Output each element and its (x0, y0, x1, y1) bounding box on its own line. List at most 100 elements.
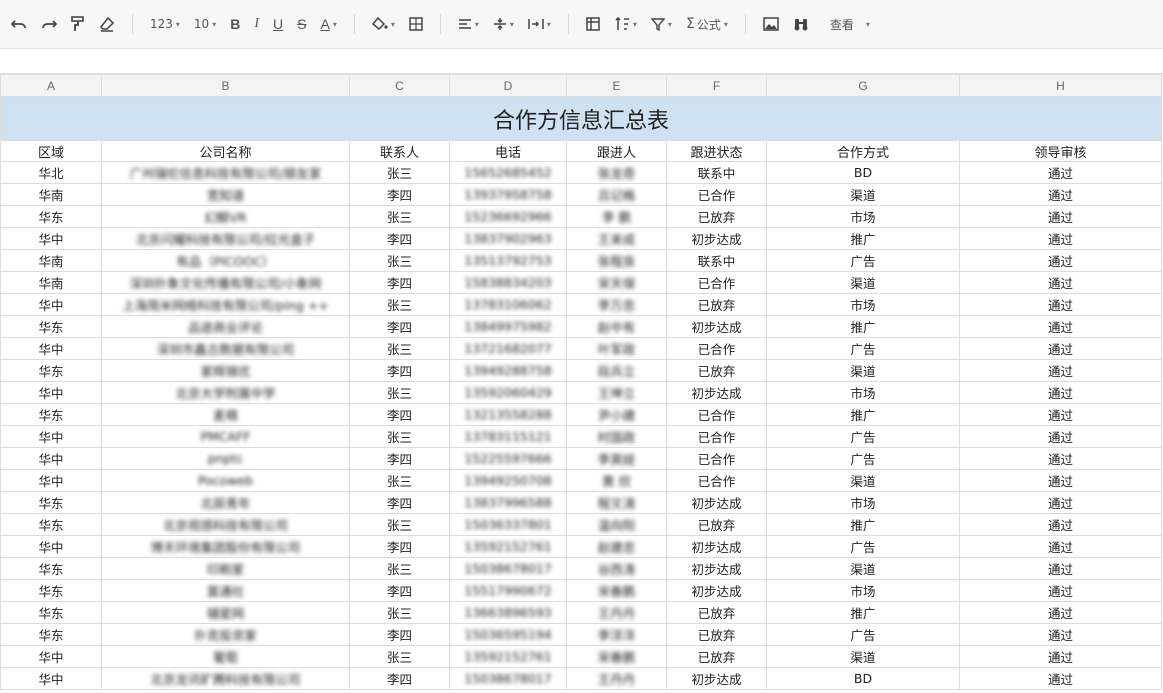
table-cell[interactable]: 赵中有 (566, 315, 667, 338)
table-cell[interactable]: 华东 (0, 205, 102, 228)
table-cell[interactable]: 15038678017 (449, 667, 567, 690)
table-cell[interactable]: 初步达成 (666, 535, 767, 558)
table-cell[interactable]: 华中 (0, 227, 102, 250)
table-cell[interactable]: 推广 (766, 403, 960, 426)
table-cell[interactable]: 李四 (349, 535, 450, 558)
table-cell[interactable]: 已合作 (666, 271, 767, 294)
table-cell[interactable]: 通过 (959, 227, 1162, 250)
table-cell[interactable]: 市场 (766, 579, 960, 602)
table-cell[interactable]: 通过 (959, 425, 1162, 448)
column-header-f[interactable]: F (666, 74, 767, 97)
italic-button[interactable]: I (250, 12, 263, 36)
table-cell[interactable]: 品途商业评论 (101, 315, 350, 338)
table-cell[interactable]: 宋天保 (566, 271, 667, 294)
table-cell[interactable]: 张三 (349, 425, 450, 448)
table-cell[interactable]: 通过 (959, 249, 1162, 272)
table-cell[interactable]: 通过 (959, 513, 1162, 536)
strikethrough-button[interactable]: S (293, 12, 310, 36)
table-cell[interactable]: 华东 (0, 403, 102, 426)
table-cell[interactable]: 吕记格 (566, 183, 667, 206)
table-cell[interactable]: 广告 (766, 249, 960, 272)
table-cell[interactable]: 通过 (959, 205, 1162, 228)
table-cell[interactable]: 程文涛 (566, 491, 667, 514)
table-cell[interactable]: 13592152761 (449, 645, 567, 668)
table-cell[interactable]: 广告 (766, 425, 960, 448)
table-cell[interactable]: 推广 (766, 513, 960, 536)
table-cell[interactable]: 13949288758 (449, 359, 567, 382)
table-cell[interactable]: 13849975982 (449, 315, 567, 338)
column-header-a[interactable]: A (0, 74, 102, 97)
table-cell[interactable]: 李四 (349, 315, 450, 338)
table-cell[interactable]: 李四 (349, 403, 450, 426)
table-cell[interactable]: 华中 (0, 293, 102, 316)
table-cell[interactable]: 北京闪耀科技有限公司/拉光盒子 (101, 227, 350, 250)
table-cell[interactable]: 15038678017 (449, 557, 567, 580)
filter-button[interactable]: ▾ (647, 12, 676, 36)
table-cell[interactable]: 已合作 (666, 403, 767, 426)
table-cell[interactable]: 通过 (959, 557, 1162, 580)
table-cell[interactable]: 麦萌 (101, 403, 350, 426)
table-cell[interactable]: 通过 (959, 315, 1162, 338)
table-cell[interactable]: 王丹丹 (566, 667, 667, 690)
borders-icon[interactable] (405, 12, 427, 36)
table-cell[interactable]: 推广 (766, 315, 960, 338)
header-cell[interactable]: 区域 (0, 140, 102, 162)
table-cell[interactable]: 13592060429 (449, 381, 567, 404)
table-cell[interactable]: 李四 (349, 447, 450, 470)
bold-button[interactable]: B (226, 12, 244, 36)
number-format-dropdown[interactable]: 123 ▾ (146, 12, 184, 36)
table-cell[interactable]: 渠道 (766, 359, 960, 382)
table-cell[interactable]: 华中 (0, 447, 102, 470)
table-cell[interactable]: 13837996588 (449, 491, 567, 514)
table-cell[interactable]: 通过 (959, 271, 1162, 294)
table-cell[interactable]: 扑克投资家 (101, 623, 350, 646)
column-header-b[interactable]: B (101, 74, 350, 97)
table-cell[interactable]: 通过 (959, 535, 1162, 558)
header-cell[interactable]: 联系人 (349, 140, 450, 162)
table-cell[interactable]: 通过 (959, 491, 1162, 514)
table-cell[interactable]: BD (766, 161, 960, 184)
header-cell[interactable]: 跟进状态 (666, 140, 767, 162)
find-icon[interactable] (789, 12, 813, 36)
header-cell[interactable]: 领导审核 (959, 140, 1162, 162)
table-cell[interactable]: 通过 (959, 645, 1162, 668)
table-cell[interactable]: 北辰青年 (101, 491, 350, 514)
table-cell[interactable]: 李四 (349, 491, 450, 514)
header-cell[interactable]: 公司名称 (101, 140, 350, 162)
sheet-title[interactable]: 合作方信息汇总表 (0, 96, 1162, 141)
table-cell[interactable]: 渠道 (766, 271, 960, 294)
table-cell[interactable]: 广告 (766, 337, 960, 360)
table-cell[interactable]: 家辉锦优 (101, 359, 350, 382)
table-cell[interactable]: 有品（PICOOC） (101, 249, 350, 272)
table-cell[interactable]: 寞通社 (101, 579, 350, 602)
table-cell[interactable]: 张三 (349, 293, 450, 316)
table-cell[interactable]: 幻鲸VR (101, 205, 350, 228)
table-cell[interactable]: 广告 (766, 447, 960, 470)
table-cell[interactable]: 华中 (0, 425, 102, 448)
table-cell[interactable]: 宽知道 (101, 183, 350, 206)
fill-color-button[interactable]: ▾ (368, 12, 399, 36)
vertical-align-button[interactable]: ▾ (489, 12, 518, 36)
table-cell[interactable]: 华中 (0, 535, 102, 558)
table-cell[interactable]: 初步达成 (666, 381, 767, 404)
table-cell[interactable]: 李四 (349, 227, 450, 250)
table-cell[interactable]: 15838834203 (449, 271, 567, 294)
table-cell[interactable]: BD (766, 667, 960, 690)
table-cell[interactable]: 渠道 (766, 645, 960, 668)
table-cell[interactable]: 13937958758 (449, 183, 567, 206)
table-cell[interactable]: 张三 (349, 601, 450, 624)
column-header-d[interactable]: D (449, 74, 567, 97)
table-cell[interactable]: 张三 (349, 381, 450, 404)
table-cell[interactable]: 深圳扑象文化传播有限公司/小象网 (101, 271, 350, 294)
table-cell[interactable]: 通过 (959, 293, 1162, 316)
table-cell[interactable]: 15225597666 (449, 447, 567, 470)
table-cell[interactable]: 推广 (766, 227, 960, 250)
table-cell[interactable]: 已合作 (666, 183, 767, 206)
table-cell[interactable]: 已放弃 (666, 513, 767, 536)
table-cell[interactable]: 华东 (0, 579, 102, 602)
table-cell[interactable]: 华北 (0, 161, 102, 184)
sort-button[interactable]: ▾ (610, 12, 641, 36)
table-cell[interactable]: 通过 (959, 667, 1162, 690)
table-cell[interactable]: 张程良 (566, 249, 667, 272)
table-cell[interactable]: 市场 (766, 205, 960, 228)
